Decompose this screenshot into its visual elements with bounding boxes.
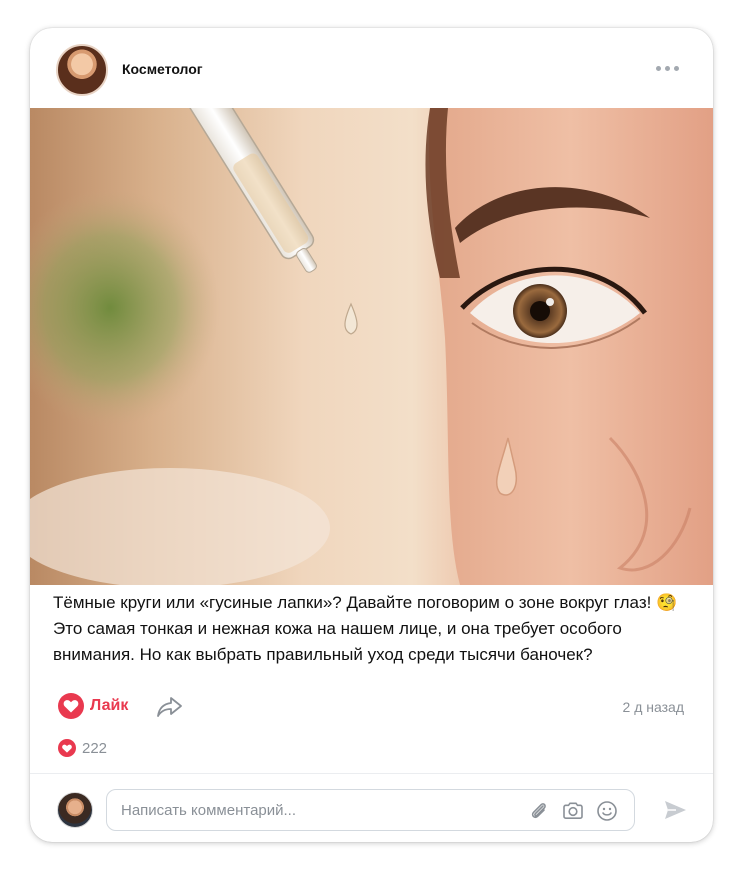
post-header: Косметолог — [30, 28, 713, 108]
comment-box — [106, 789, 635, 831]
post-image-illustration — [30, 108, 713, 585]
share-arrow-icon[interactable] — [156, 695, 184, 719]
likes-count: 222 — [82, 739, 108, 757]
post-text: Тёмные круги или «гусиные лапки»? Давайт… — [53, 593, 678, 664]
heart-icon — [58, 739, 76, 757]
smile-icon[interactable] — [595, 799, 619, 823]
current-user-avatar[interactable] — [57, 792, 93, 828]
like-label: Лайк — [90, 697, 129, 714]
camera-icon[interactable] — [561, 799, 585, 823]
post-card: Косметолог Тёмные круги или «гусиные лап… — [30, 28, 713, 842]
like-button[interactable]: Лайк — [58, 692, 128, 720]
likes-summary[interactable]: 222 — [58, 738, 107, 758]
author-name[interactable]: Косметолог — [122, 61, 203, 77]
post-timestamp: 2 д назад — [622, 699, 684, 715]
divider — [30, 773, 713, 774]
send-icon[interactable] — [662, 797, 688, 823]
post-actions: Лайк 2 д назад — [30, 688, 713, 724]
paperclip-icon[interactable] — [527, 799, 551, 823]
comment-input[interactable] — [121, 800, 521, 820]
more-icon[interactable] — [654, 60, 680, 76]
heart-icon — [58, 693, 84, 719]
author-avatar[interactable] — [56, 44, 108, 96]
post-image[interactable] — [30, 108, 713, 585]
